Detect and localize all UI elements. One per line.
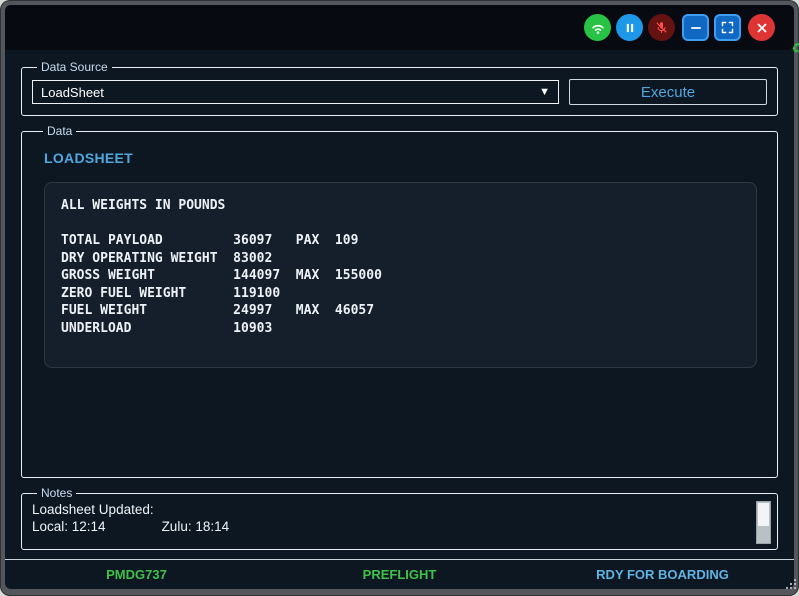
notes-text: Loadsheet Updated: Local: 12:14 Zulu: 18:… — [30, 500, 756, 544]
resize-grip-icon[interactable] — [784, 577, 797, 595]
connection-button[interactable] — [584, 14, 611, 41]
chevron-down-icon: ▼ — [539, 86, 550, 98]
notes-group: Notes Loadsheet Updated: Local: 12:14 Zul… — [21, 486, 778, 550]
minus-icon — [689, 21, 703, 35]
notes-box[interactable]: Loadsheet Updated: Local: 12:14 Zulu: 18:… — [30, 500, 771, 544]
status-phase: PREFLIGHT — [268, 567, 531, 582]
loadsheet-title: LOADSHEET — [44, 150, 763, 166]
wifi-icon — [590, 20, 606, 36]
close-button[interactable] — [748, 14, 775, 41]
pause-icon — [623, 21, 637, 35]
status-aircraft: PMDG737 — [5, 567, 268, 582]
status-boarding: RDY FOR BOARDING — [531, 567, 794, 582]
dropdown-selected-value: LoadSheet — [41, 85, 104, 100]
window-frame: Data Source LoadSheet ▼ Execute Data LOA… — [0, 0, 799, 596]
loadsheet-panel: ALL WEIGHTS IN POUNDS TOTAL PAYLOAD 3609… — [44, 182, 757, 368]
recycle-overlay-icon: ♻ — [791, 40, 799, 57]
pause-button[interactable] — [616, 14, 643, 41]
titlebar-buttons — [584, 14, 775, 41]
notes-scrollbar[interactable] — [756, 501, 771, 544]
notes-line2: Local: 12:14 Zulu: 18:14 — [32, 518, 756, 535]
status-bar: PMDG737 PREFLIGHT RDY FOR BOARDING — [5, 559, 794, 589]
mic-off-icon — [654, 20, 669, 35]
data-source-group: Data Source LoadSheet ▼ Execute — [21, 60, 778, 116]
maximize-button[interactable] — [714, 14, 741, 41]
close-icon — [755, 21, 769, 35]
loadsheet-text: ALL WEIGHTS IN POUNDS TOTAL PAYLOAD 3609… — [61, 197, 756, 337]
notes-local-time: Local: 12:14 — [32, 519, 106, 534]
data-group: Data LOADSHEET ALL WEIGHTS IN POUNDS TOT… — [21, 124, 778, 478]
notes-line1: Loadsheet Updated: — [32, 501, 756, 518]
app-window: Data Source LoadSheet ▼ Execute Data LOA… — [5, 5, 794, 589]
data-source-dropdown[interactable]: LoadSheet ▼ — [32, 80, 559, 104]
notes-zulu-time: Zulu: 18:14 — [162, 519, 230, 534]
notes-scrollbar-thumb[interactable] — [758, 503, 769, 526]
titlebar[interactable] — [5, 5, 794, 50]
data-source-legend: Data Source — [37, 60, 112, 74]
notes-legend: Notes — [37, 486, 76, 500]
main-content: Data Source LoadSheet ▼ Execute Data LOA… — [5, 50, 794, 550]
execute-button[interactable]: Execute — [569, 79, 767, 105]
expand-icon — [720, 20, 735, 35]
minimize-button[interactable] — [682, 14, 709, 41]
data-legend: Data — [43, 124, 76, 138]
mic-muted-button[interactable] — [648, 14, 675, 41]
